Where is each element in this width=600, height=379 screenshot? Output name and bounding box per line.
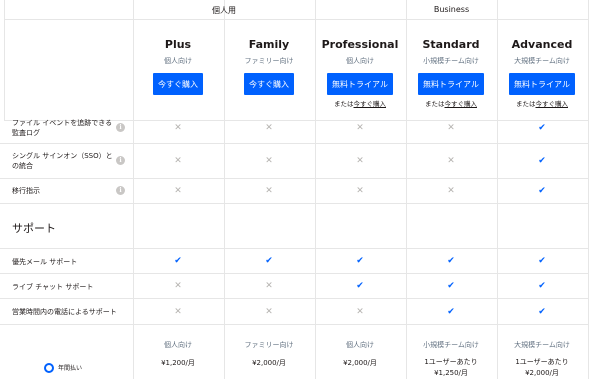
feature-label-line: 監査ログ <box>12 129 40 137</box>
price-value: ¥2,000/月 <box>525 369 559 377</box>
buy-now-alt: または今すぐ購入 <box>406 98 496 108</box>
or-text: または <box>516 100 536 108</box>
section-title-support: サポート <box>12 222 56 235</box>
cross-icon: ✕ <box>174 186 182 196</box>
price-value: ¥1,200/月 <box>161 359 195 367</box>
check-icon: ✔ <box>538 256 546 266</box>
feature-label-line: ファイル イベントを追跡できる <box>12 119 113 127</box>
cross-icon: ✕ <box>356 123 364 133</box>
plan-name: Professional <box>321 38 399 51</box>
check-icon: ✔ <box>265 256 273 266</box>
check-icon: ✔ <box>447 256 455 266</box>
check-icon: ✔ <box>538 307 546 317</box>
divider <box>0 298 589 299</box>
cross-icon: ✕ <box>174 123 182 133</box>
price-audience: 小規模チーム向け <box>423 341 479 349</box>
check-icon: ✔ <box>447 281 455 291</box>
divider <box>0 273 589 274</box>
divider <box>0 203 589 204</box>
plan-audience: ファミリー向け <box>244 57 294 65</box>
cross-icon: ✕ <box>265 156 273 166</box>
buy-now-button[interactable]: 今すぐ購入 <box>153 73 203 95</box>
cross-icon: ✕ <box>356 156 364 166</box>
group-header-personal: 個人用 <box>212 6 236 15</box>
or-text: または <box>425 100 445 108</box>
plan-audience: 個人向け <box>164 57 192 65</box>
cross-icon: ✕ <box>265 281 273 291</box>
cross-icon: ✕ <box>356 307 364 317</box>
check-icon: ✔ <box>538 156 546 166</box>
price-per-user: 1ユーザーあたり <box>424 358 478 366</box>
buy-now-link[interactable]: 今すぐ購入 <box>445 100 478 108</box>
info-icon[interactable]: i <box>116 186 125 195</box>
feature-label-priority-email: 優先メール サポート <box>12 258 78 266</box>
feature-label-migration: 移行指示 <box>12 187 40 195</box>
check-icon: ✔ <box>356 281 364 291</box>
feature-label-phone-support: 営業時間内の電話によるサポート <box>12 308 117 316</box>
plan-audience: 小規模チーム向け <box>423 57 479 65</box>
annual-billing-radio[interactable] <box>44 363 54 373</box>
divider <box>588 0 589 379</box>
price-value: ¥2,000/月 <box>252 359 286 367</box>
buy-now-button[interactable]: 今すぐ購入 <box>244 73 294 95</box>
plan-name: Advanced <box>511 38 573 51</box>
plan-audience: 大規模チーム向け <box>514 57 570 65</box>
buy-now-alt: または今すぐ購入 <box>497 98 587 108</box>
check-icon: ✔ <box>447 307 455 317</box>
divider <box>0 248 589 249</box>
divider <box>0 143 589 144</box>
cross-icon: ✕ <box>265 307 273 317</box>
plan-name: Standard <box>422 38 480 51</box>
cross-icon: ✕ <box>174 156 182 166</box>
feature-label-audit-log: ファイル イベントを追跡できる 監査ログ <box>12 118 112 138</box>
cross-icon: ✕ <box>447 123 455 133</box>
divider <box>0 178 589 179</box>
info-icon[interactable]: i <box>116 123 125 132</box>
cross-icon: ✕ <box>174 307 182 317</box>
plan-audience: 個人向け <box>346 57 374 65</box>
check-icon: ✔ <box>356 256 364 266</box>
info-icon[interactable]: i <box>116 156 125 165</box>
price-per-user: 1ユーザーあたり <box>515 358 569 366</box>
plan-name: Family <box>248 38 290 51</box>
price-value: ¥1,250/月 <box>434 369 468 377</box>
cross-icon: ✕ <box>447 156 455 166</box>
buy-now-link[interactable]: 今すぐ購入 <box>536 100 569 108</box>
divider <box>4 19 589 20</box>
free-trial-button[interactable]: 無料トライアル <box>509 73 575 95</box>
check-icon: ✔ <box>538 186 546 196</box>
feature-label-sso: シングル サインオン（SSO）と の統合 <box>12 151 113 171</box>
price-audience: ファミリー向け <box>244 341 294 349</box>
annual-billing-label: 年間払い <box>58 365 83 372</box>
check-icon: ✔ <box>538 123 546 133</box>
plan-name: Plus <box>164 38 192 51</box>
price-audience: 個人向け <box>164 341 192 349</box>
cross-icon: ✕ <box>447 186 455 196</box>
group-header-business: Business <box>433 5 470 14</box>
or-text: または <box>334 100 354 108</box>
cross-icon: ✕ <box>174 281 182 291</box>
price-audience: 個人向け <box>346 341 374 349</box>
check-icon: ✔ <box>174 256 182 266</box>
free-trial-button[interactable]: 無料トライアル <box>327 73 393 95</box>
cross-icon: ✕ <box>265 186 273 196</box>
cross-icon: ✕ <box>265 123 273 133</box>
buy-now-link[interactable]: 今すぐ購入 <box>354 100 387 108</box>
feature-label-line: の統合 <box>12 162 33 170</box>
feature-label-live-chat: ライブ チャット サポート <box>12 283 94 291</box>
divider <box>0 324 589 325</box>
free-trial-button[interactable]: 無料トライアル <box>418 73 484 95</box>
price-audience: 大規模チーム向け <box>514 341 570 349</box>
feature-label-line: シングル サインオン（SSO）と <box>12 152 113 160</box>
check-icon: ✔ <box>538 281 546 291</box>
buy-now-alt: または今すぐ購入 <box>315 98 405 108</box>
cross-icon: ✕ <box>356 186 364 196</box>
price-value: ¥2,000/月 <box>343 359 377 367</box>
